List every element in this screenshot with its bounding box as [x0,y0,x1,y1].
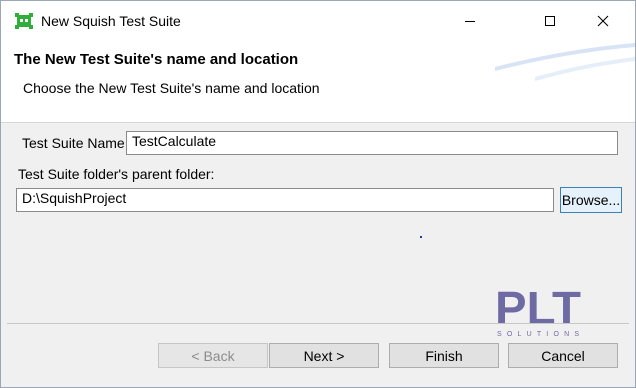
suite-name-label: Test Suite Name: [22,135,129,151]
minimize-icon [465,21,475,22]
back-button[interactable]: < Back [158,343,268,368]
minimize-button[interactable] [447,1,493,41]
window-title: New Squish Test Suite [41,13,181,29]
button-separator [7,323,629,324]
close-button[interactable] [580,1,626,41]
close-icon [597,15,609,27]
finish-button[interactable]: Finish [389,343,499,368]
maximize-icon [545,16,555,26]
title-bar[interactable]: New Squish Test Suite [1,1,635,41]
browse-button[interactable]: Browse... [560,187,622,213]
stray-dot [420,236,422,238]
maximize-button[interactable] [527,1,573,41]
parent-folder-label: Test Suite folder's parent folder: [18,166,215,182]
page-description: Choose the New Test Suite's name and loc… [23,80,320,96]
wizard-header: The New Test Suite's name and location C… [1,41,635,123]
suite-name-input[interactable]: TestCalculate [126,131,618,155]
page-title: The New Test Suite's name and location [14,51,299,68]
next-button[interactable]: Next > [269,343,379,368]
parent-folder-input[interactable]: D:\SquishProject [16,188,554,212]
plt-watermark-logo: PLT SOLUTIONS [495,282,585,338]
cancel-button[interactable]: Cancel [508,343,618,368]
watermark-brand: PLT [495,286,581,334]
header-banner [495,43,635,81]
watermark-sub: SOLUTIONS [497,331,579,338]
squish-app-icon [15,13,33,29]
wizard-window: New Squish Test Suite The New Test Suite… [0,0,636,388]
